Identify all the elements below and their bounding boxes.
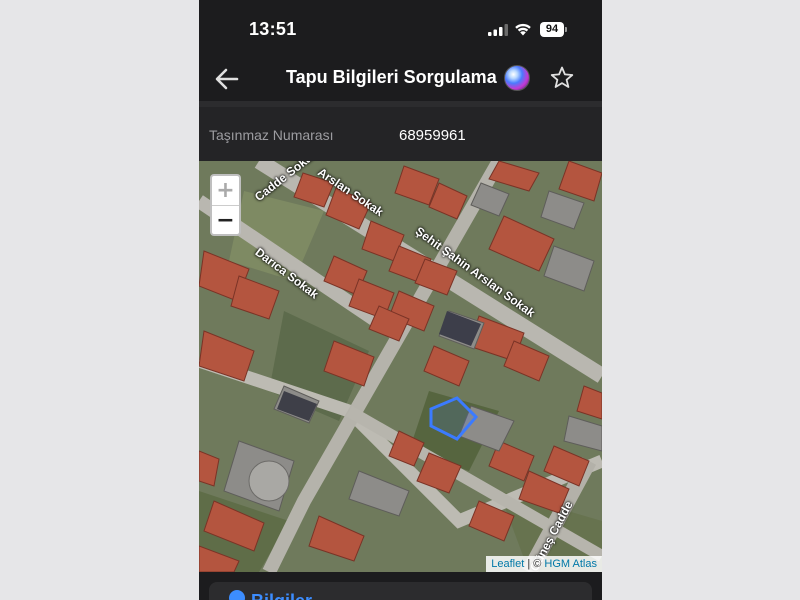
parcel-number-row: Taşınmaz Numarası 68959961	[199, 107, 602, 161]
parcel-number-label: Taşınmaz Numarası	[209, 127, 334, 143]
bottom-area: Bilgiler	[199, 572, 602, 600]
battery-level: 94	[540, 22, 564, 37]
signal-icon	[488, 24, 508, 36]
status-bar: 13:51 94	[199, 0, 602, 58]
page-title: Tapu Bilgileri Sorgulama	[286, 67, 497, 87]
battery-icon: 94	[540, 22, 568, 37]
leaflet-link[interactable]: Leaflet	[491, 558, 524, 570]
map-imagery	[199, 161, 602, 572]
hgm-atlas-link[interactable]: HGM Atlas	[544, 558, 597, 570]
info-icon	[229, 590, 245, 600]
back-arrow-icon[interactable]	[213, 65, 241, 93]
info-card[interactable]: Bilgiler	[209, 582, 592, 600]
satellite-map[interactable]: Şehit Şahin Arslan Sokak Darıca Sokak Ca…	[199, 161, 602, 572]
zoom-in-button[interactable]: +	[212, 176, 239, 206]
attribution-separator: | ©	[524, 558, 545, 570]
status-time: 13:51	[249, 19, 297, 39]
info-title: Bilgiler	[251, 591, 312, 600]
battery-tip	[565, 27, 567, 32]
wifi-icon	[515, 23, 531, 36]
zoom-control: + −	[210, 174, 241, 236]
star-icon[interactable]	[549, 65, 575, 91]
phone-screen: 13:51 94 Tapu Bilgileri Sorgulama Taşınm…	[199, 0, 602, 600]
map-attribution: Leaflet | © HGM Atlas	[486, 556, 602, 572]
siri-icon[interactable]	[504, 65, 530, 91]
navigation-bar: Tapu Bilgileri Sorgulama	[199, 58, 602, 100]
zoom-out-button[interactable]: −	[212, 206, 239, 234]
parcel-number-value: 68959961	[399, 127, 466, 144]
